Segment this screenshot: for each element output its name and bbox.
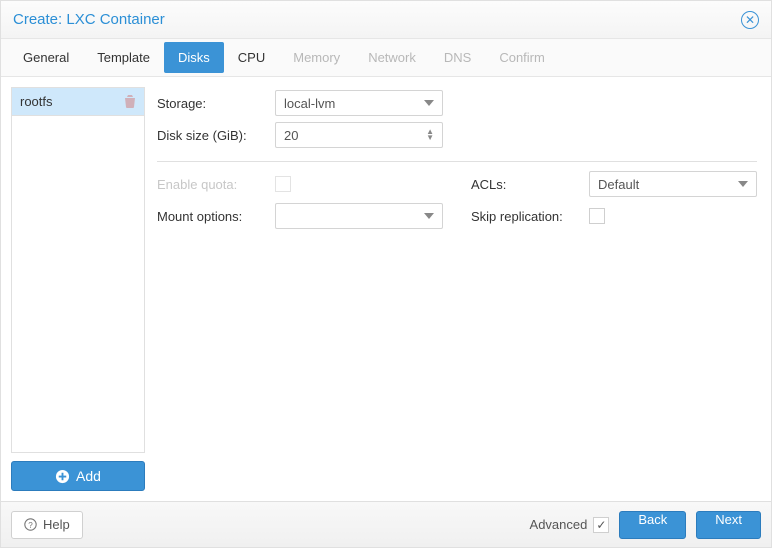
acls-label: ACLs: [471,177,581,192]
tab-template[interactable]: Template [83,42,164,73]
tab-network: Network [354,42,430,73]
advanced-checkbox[interactable] [593,517,609,533]
advanced-label: Advanced [530,517,588,532]
spinner-arrows-icon: ▲▼ [426,129,434,141]
close-icon[interactable]: ✕ [741,11,759,29]
help-button[interactable]: ? Help [11,511,83,539]
skip-replication-label: Skip replication: [471,209,581,224]
add-disk-button[interactable]: Add [11,461,145,491]
tab-dns: DNS [430,42,485,73]
mount-options-select[interactable] [275,203,443,229]
form-area: Storage: local-lvm Disk size (GiB): 20 ▲… [157,87,761,501]
disk-sidebar: rootfs Add [11,87,145,501]
acls-value: Default [598,177,738,192]
disk-size-label: Disk size (GiB): [157,128,267,143]
dialog-title: Create: LXC Container [13,11,165,28]
tab-disks[interactable]: Disks [164,42,224,73]
dialog-body: rootfs Add Storage: local-lvm [1,77,771,501]
skip-replication-checkbox[interactable] [589,208,605,224]
tab-memory: Memory [279,42,354,73]
plus-circle-icon [55,469,70,484]
mount-options-label: Mount options: [157,209,267,224]
titlebar: Create: LXC Container ✕ [1,1,771,39]
acls-select[interactable]: Default [589,171,757,197]
advanced-toggle[interactable]: Advanced [530,517,610,533]
chevron-down-icon [738,181,748,187]
add-button-label: Add [76,468,101,484]
next-button[interactable]: Next [696,511,761,539]
chevron-down-icon [424,100,434,106]
storage-value: local-lvm [284,96,424,111]
disk-list: rootfs [11,87,145,453]
enable-quota-label: Enable quota: [157,177,267,192]
dialog-footer: ? Help Advanced Back Next [1,501,771,547]
trash-icon[interactable] [124,95,136,108]
help-label: Help [43,517,70,532]
chevron-down-icon [424,213,434,219]
disk-list-item[interactable]: rootfs [12,88,144,116]
disk-item-label: rootfs [20,94,53,109]
tab-strip: General Template Disks CPU Memory Networ… [1,39,771,77]
dialog-window: Create: LXC Container ✕ General Template… [0,0,772,548]
storage-label: Storage: [157,96,267,111]
tab-cpu[interactable]: CPU [224,42,279,73]
tab-confirm: Confirm [485,42,559,73]
back-button[interactable]: Back [619,511,686,539]
svg-text:?: ? [28,521,33,530]
tab-general[interactable]: General [9,42,83,73]
storage-select[interactable]: local-lvm [275,90,443,116]
disk-size-spinner[interactable]: 20 ▲▼ [275,122,443,148]
help-icon: ? [24,518,37,531]
disk-size-value: 20 [284,128,426,143]
divider [157,161,757,162]
enable-quota-checkbox [275,176,291,192]
